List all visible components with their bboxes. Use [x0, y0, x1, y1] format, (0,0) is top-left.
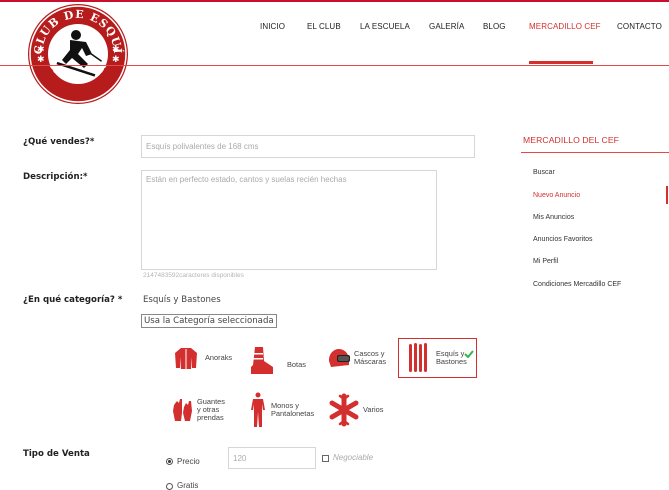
sidebar-item-nuevo-anuncio[interactable]: Nuevo Anuncio: [533, 192, 580, 199]
sell-label: ¿Qué vendes?*: [23, 137, 95, 147]
free-radio[interactable]: [166, 483, 173, 490]
sell-placeholder: Esquís polivalentes de 168 cms: [146, 142, 259, 151]
category-cascos[interactable]: Cascos y Máscaras: [326, 340, 396, 376]
description-placeholder: Están en perfecto estado, cantos y suela…: [146, 175, 347, 184]
category-anoraks[interactable]: Anoraks: [173, 340, 243, 376]
price-value: 120: [233, 453, 247, 463]
category-label: ¿En qué categoría? *: [23, 295, 123, 305]
skis-icon: [409, 343, 427, 372]
club-logo[interactable]: CLUB DE ESQUÍ FAMILIAR ✱ ✱ ✱ ✱: [26, 2, 130, 106]
nav-active-underline: [529, 61, 593, 64]
boot-icon: [251, 347, 273, 374]
free-radio-label: Gratis: [177, 481, 199, 490]
category-guantes[interactable]: Guantes y otras prendas: [172, 392, 242, 428]
category-cascos-label: Cascos y Máscaras: [354, 349, 387, 366]
anorak-icon: [175, 348, 197, 369]
category-anoraks-label: Anoraks: [205, 353, 233, 362]
sidebar-item-condiciones[interactable]: Condiciones Mercadillo CEF: [533, 281, 621, 288]
category-monos[interactable]: Monos y Pantalonetas: [250, 390, 330, 430]
nav-blog[interactable]: BLOG: [483, 22, 506, 31]
nav-mercadillo-cef[interactable]: MERCADILLO CEF: [529, 22, 601, 31]
description-textarea[interactable]: Están en perfecto estado, cantos y suela…: [141, 170, 437, 270]
price-radio[interactable]: [166, 458, 173, 465]
category-guantes-label: Guantes y otras prendas: [197, 397, 225, 422]
category-esquis-label: Esquís y Bastones: [436, 349, 467, 366]
snowflake-icon: [329, 393, 359, 427]
category-esquis[interactable]: Esquís y Bastones: [398, 338, 477, 378]
sidebar-title: MERCADILLO DEL CEF: [523, 135, 620, 145]
sidebar-active-indicator: [666, 186, 668, 204]
price-input[interactable]: 120: [228, 447, 316, 469]
category-botas-label: Botas: [287, 360, 306, 369]
nav-la-escuela[interactable]: LA ESCUELA: [360, 22, 410, 31]
sidebar-item-mis-anuncios[interactable]: Mis Anuncios: [533, 214, 574, 221]
selected-check-icon: [464, 350, 474, 358]
sidebar-divider: [521, 152, 669, 153]
sale-type-label: Tipo de Venta: [23, 449, 90, 459]
svg-text:✱: ✱: [112, 44, 120, 54]
negotiable-label: Negociable: [333, 453, 374, 462]
category-monos-label: Monos y Pantalonetas: [271, 401, 315, 418]
description-label: Descripción:*: [23, 172, 88, 182]
nav-inicio[interactable]: INICIO: [260, 22, 285, 31]
suit-icon: [251, 392, 265, 427]
chars-remaining: 2147483592caracteres disponibles: [143, 272, 244, 279]
nav-el-club[interactable]: EL CLUB: [307, 22, 341, 31]
category-value: Esquís y Bastones: [143, 295, 221, 305]
negotiable-checkbox[interactable]: [322, 455, 329, 462]
svg-text:✱: ✱: [112, 54, 120, 64]
helmet-icon: [328, 348, 350, 367]
sell-input[interactable]: Esquís polivalentes de 168 cms: [141, 135, 475, 158]
price-radio-label: Precio: [177, 457, 200, 466]
gloves-icon: [173, 399, 192, 421]
header-divider: [0, 65, 669, 66]
nav-contacto[interactable]: CONTACTO: [617, 22, 662, 31]
category-varios[interactable]: Varios: [327, 392, 397, 428]
category-varios-label: Varios: [363, 405, 384, 414]
site-header: CLUB DE ESQUÍ FAMILIAR ✱ ✱ ✱ ✱ INICIO EL…: [0, 0, 669, 104]
nav-galeria[interactable]: GALERÍA: [429, 22, 464, 31]
use-category-button[interactable]: Usa la Categoría seleccionada: [141, 314, 277, 328]
sidebar-item-mi-perfil[interactable]: Mi Perfil: [533, 258, 558, 265]
category-botas[interactable]: Botas: [247, 342, 313, 378]
svg-text:✱: ✱: [37, 44, 45, 54]
sidebar-item-buscar[interactable]: Buscar: [533, 169, 555, 176]
svg-text:✱: ✱: [37, 54, 45, 64]
sidebar-item-anuncios-favoritos[interactable]: Anuncios Favoritos: [533, 236, 593, 243]
